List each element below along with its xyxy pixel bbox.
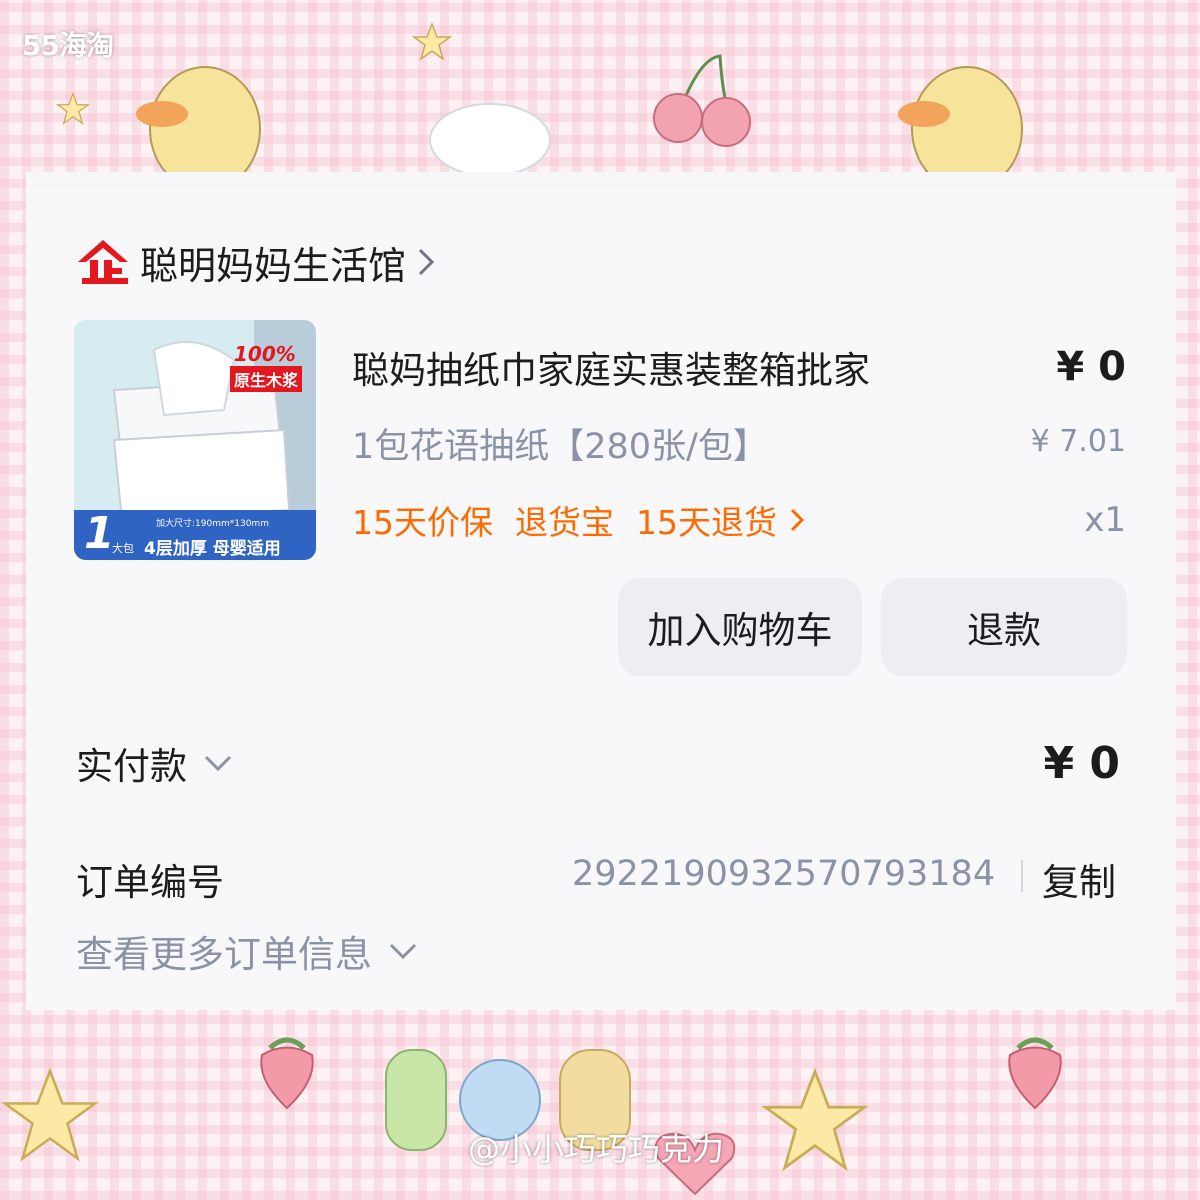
watermark-bottom: @小小巧巧巧克力 xyxy=(468,1130,725,1168)
shop-name: 聪明妈妈生活馆 xyxy=(140,243,407,288)
divider xyxy=(1021,860,1023,892)
chevron-right-icon xyxy=(418,248,435,276)
pack-count: 1 xyxy=(84,508,115,559)
order-number-label: 订单编号 xyxy=(76,861,224,904)
star-icon xyxy=(56,92,90,126)
badge-pulp: 原生木浆 xyxy=(230,366,303,392)
pack-unit: 大包 xyxy=(112,542,134,555)
star-icon xyxy=(412,22,452,61)
pack-banner: 4层加厚 母婴适用 xyxy=(144,539,281,559)
tmall-enterprise-icon xyxy=(78,240,128,284)
size-note: 加大尺寸:190mm*130mm xyxy=(156,519,269,529)
product-price: ¥ 0 xyxy=(1056,344,1126,390)
chevron-down-icon xyxy=(389,943,417,960)
chevron-down-icon xyxy=(204,755,232,772)
order-number: 2922190932570793184 xyxy=(572,854,996,894)
add-to-cart-button[interactable]: 加入购物车 xyxy=(618,578,862,676)
tag-return-insurance: 退货宝 xyxy=(515,503,614,542)
service-tags[interactable]: 15天价保 退货宝 15天退货 xyxy=(352,496,805,544)
star-icon xyxy=(1,1067,99,1162)
original-price: ¥ 7.01 xyxy=(1030,424,1126,459)
cherry-illustration xyxy=(653,54,751,147)
product-thumbnail[interactable]: 100% 原生木浆 加大尺寸:190mm*130mm 1 大包 4层加厚 母婴适… xyxy=(74,320,316,560)
strawberry-illustration xyxy=(260,1037,314,1110)
badge-percent: 100% xyxy=(234,342,296,366)
cloud-sheep-illustration xyxy=(429,103,551,177)
product-spec: 1包花语抽纸【280张/包】 xyxy=(352,427,768,467)
product-quantity: x1 xyxy=(1084,500,1126,540)
paid-amount: ¥ 0 xyxy=(1043,738,1120,789)
watermark-top: 55海淘 xyxy=(22,29,114,62)
star-icon xyxy=(761,1067,869,1172)
paid-amount-toggle[interactable]: 实付款 xyxy=(76,736,233,790)
refund-button[interactable]: 退款 xyxy=(881,578,1127,676)
tag-15-day-return: 15天退货 xyxy=(636,503,777,542)
more-order-info-label: 查看更多订单信息 xyxy=(76,933,372,976)
shop-header[interactable]: 聪明妈妈生活馆 xyxy=(76,232,436,292)
paid-label: 实付款 xyxy=(76,745,187,788)
product-title[interactable]: 聪妈抽纸巾家庭实惠装整箱批家 xyxy=(352,340,870,394)
chevron-right-icon xyxy=(790,508,805,532)
more-order-info-link[interactable]: 查看更多订单信息 xyxy=(76,924,418,978)
copy-button[interactable]: 复制 xyxy=(1042,852,1116,906)
tag-price-protection: 15天价保 xyxy=(352,503,493,542)
strawberry-illustration xyxy=(1008,1037,1062,1110)
